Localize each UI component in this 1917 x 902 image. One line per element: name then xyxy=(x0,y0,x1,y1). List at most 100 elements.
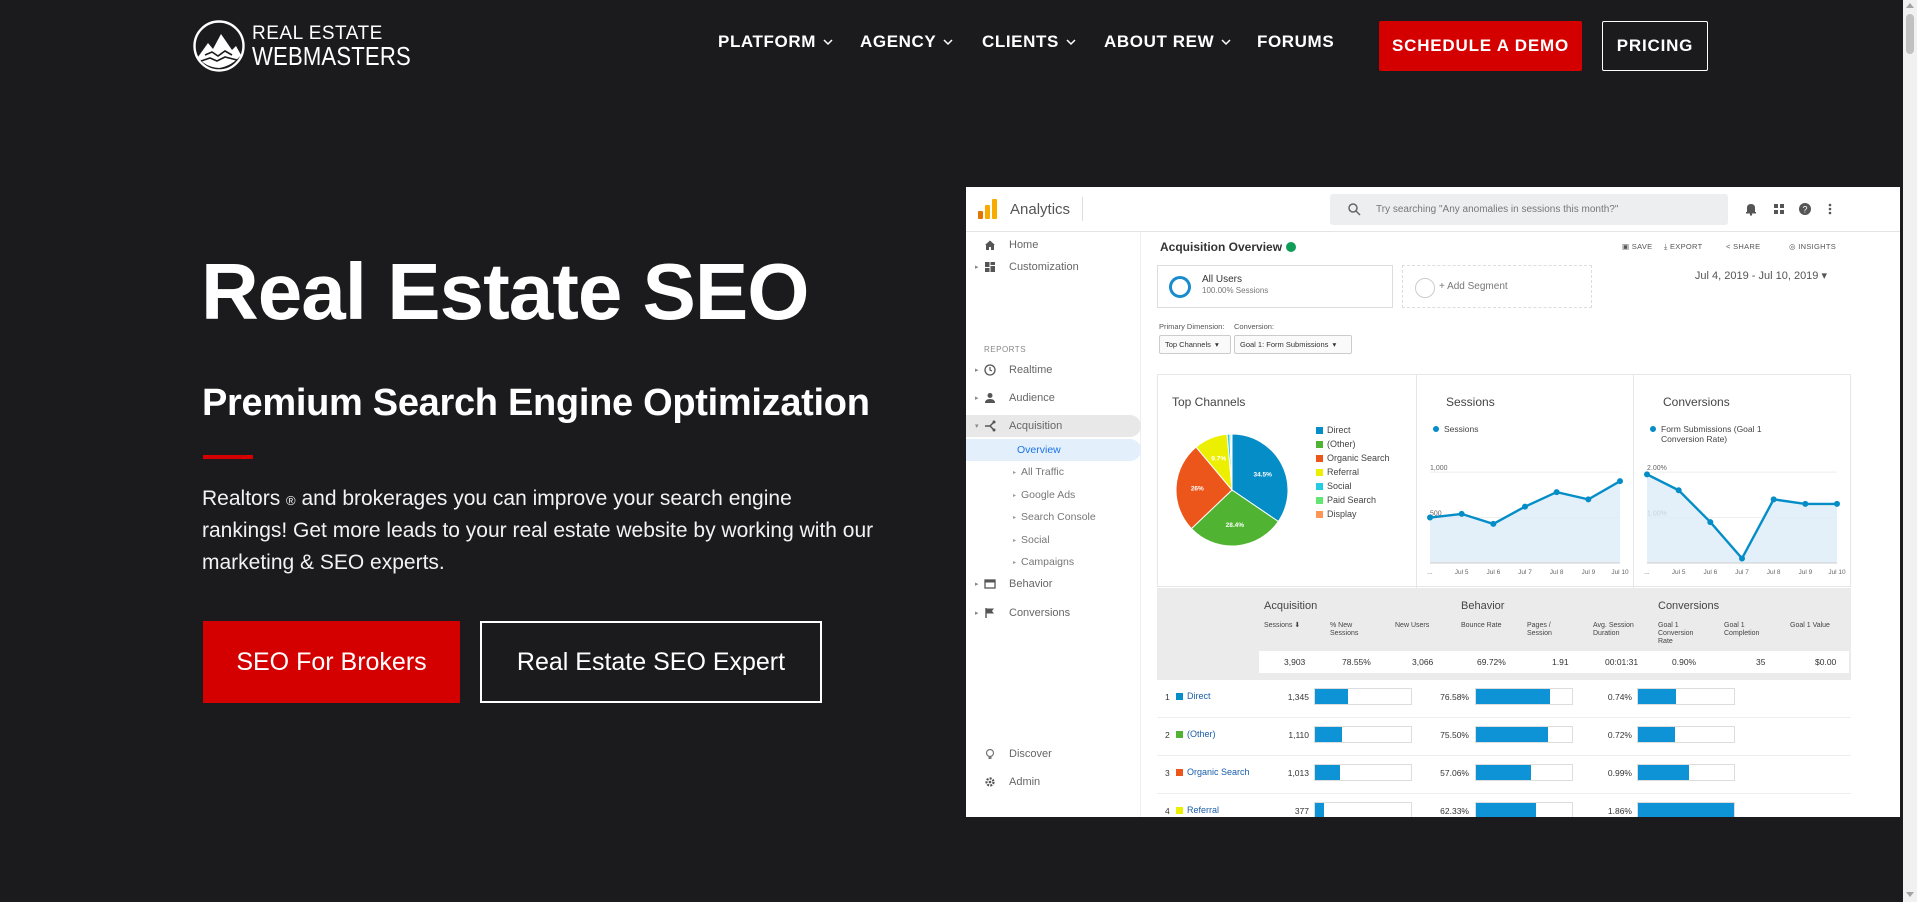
group-acquisition: Acquisition xyxy=(1264,600,1318,612)
segment-all-users[interactable]: All Users 100.00% Sessions xyxy=(1157,265,1393,308)
sidebar-item-discover[interactable]: Discover xyxy=(966,743,1141,765)
sidebar-item-audience[interactable]: ▸ Audience xyxy=(966,387,1141,409)
bounce-value: 62.33% xyxy=(1440,806,1469,816)
schedule-demo-button[interactable]: SCHEDULE A DEMO xyxy=(1379,21,1582,71)
add-segment-button[interactable]: + Add Segment xyxy=(1402,265,1592,308)
sidebar-item-behavior[interactable]: ▸ Behavior xyxy=(966,573,1141,595)
conversion-value: 0.74% xyxy=(1607,692,1632,702)
sidebar-item-search-console[interactable]: ▸ Search Console xyxy=(966,506,1141,528)
sidebar-item-social[interactable]: ▸ Social xyxy=(966,529,1141,551)
x-tick-label: Jul 5 xyxy=(1455,569,1469,576)
nav-forums[interactable]: FORUMS xyxy=(1257,32,1334,52)
series-area xyxy=(1430,481,1620,563)
page-scrollbar[interactable] xyxy=(1903,0,1917,902)
legend-dot xyxy=(1650,426,1656,432)
col-new-users[interactable]: New Users xyxy=(1395,622,1440,630)
seo-expert-button[interactable]: Real Estate SEO Expert xyxy=(480,621,822,703)
share-label: SHARE xyxy=(1733,242,1761,251)
caret-right-icon: ▸ xyxy=(1013,537,1017,544)
save-button[interactable]: ▣ SAVE xyxy=(1622,242,1652,251)
col-avg-session[interactable]: Avg. Session Duration xyxy=(1593,622,1643,638)
channel-link[interactable]: Direct xyxy=(1187,691,1211,701)
top-channels-pie-chart: 34.5% 28.4% 26% 9.7% xyxy=(1175,433,1289,547)
col-goal-value[interactable]: Goal 1 Value xyxy=(1790,622,1840,630)
channel-link[interactable]: Referral xyxy=(1187,805,1219,815)
channel-link[interactable]: Organic Search xyxy=(1187,767,1250,777)
scrollbar-thumb[interactable] xyxy=(1906,14,1914,54)
col-new-sessions[interactable]: % New Sessions xyxy=(1330,622,1370,638)
primary-dimension-select[interactable]: Top Channels ▾ xyxy=(1159,335,1231,354)
segment-ring-icon xyxy=(1169,276,1191,298)
sidebar-item-label: Customization xyxy=(1009,261,1079,273)
row-number: 1 xyxy=(1165,692,1170,702)
legend-swatch xyxy=(1316,482,1323,490)
report-title-text: Acquisition Overview xyxy=(1160,240,1283,254)
pricing-button[interactable]: PRICING xyxy=(1602,21,1708,71)
col-bounce-rate[interactable]: Bounce Rate xyxy=(1461,622,1511,630)
data-point xyxy=(1490,520,1497,527)
chart-cards: Top Channels 34.5% 28.4% 26% 9.7% Direct (Ot… xyxy=(1157,374,1851,588)
report-title: Acquisition Overview xyxy=(1160,240,1297,254)
analytics-search-input[interactable]: Try searching "Any anomalies in sessions… xyxy=(1330,194,1728,225)
date-range-picker[interactable]: Jul 4, 2019 - Jul 10, 2019 ▾ xyxy=(1597,265,1827,308)
col-pages-session[interactable]: Pages / Session xyxy=(1527,622,1562,638)
insights-button[interactable]: ◎ INSIGHTS xyxy=(1789,242,1836,251)
total-bounce: 69.72% xyxy=(1477,657,1506,667)
divider xyxy=(1633,375,1634,588)
bell-icon[interactable] xyxy=(1744,202,1758,216)
legend-swatch xyxy=(1316,440,1323,448)
caret-right-icon: ▸ xyxy=(1013,514,1017,521)
col-goal-completion[interactable]: Goal 1 Completion xyxy=(1724,622,1769,638)
nav-label: CLIENTS xyxy=(982,32,1059,51)
sidebar-item-acquisition[interactable]: ▾ Acquisition xyxy=(966,415,1141,437)
sidebar-item-realtime[interactable]: ▸ Realtime xyxy=(966,359,1141,381)
data-point xyxy=(1585,496,1592,503)
analytics-sidebar: Home ▸ Customization REPORTS ▸ Realtime … xyxy=(966,232,1141,817)
mountain-logo-icon xyxy=(193,20,245,72)
nav-agency[interactable]: AGENCY xyxy=(860,32,954,52)
primary-dimension-value: Top Channels xyxy=(1165,340,1211,349)
legend-dot xyxy=(1433,426,1439,432)
chevron-down-icon xyxy=(823,39,833,46)
nav-about-rew[interactable]: ABOUT REW xyxy=(1104,32,1232,52)
sidebar-item-home[interactable]: Home xyxy=(966,234,1141,256)
site-logo[interactable]: REAL ESTATE WEBMASTERS xyxy=(192,19,439,73)
registered-mark: ® xyxy=(286,493,296,508)
table-row[interactable]: 2 (Other) 1,110 75.50% 0.72% xyxy=(1157,718,1851,756)
bounce-bar xyxy=(1475,764,1573,781)
sidebar-item-all-traffic[interactable]: ▸ All Traffic xyxy=(966,461,1141,483)
conversion-value: 0.72% xyxy=(1607,730,1632,740)
help-icon[interactable]: ? xyxy=(1798,202,1812,216)
sessions-value: 1,013 xyxy=(1287,768,1309,778)
bar-fill xyxy=(1315,803,1325,817)
nav-platform[interactable]: PLATFORM xyxy=(718,32,834,52)
analytics-logo-icon xyxy=(978,199,997,219)
add-segment-label: + Add Segment xyxy=(1439,281,1508,292)
export-button[interactable]: ⤓ EXPORT xyxy=(1664,242,1703,252)
svg-text:?: ? xyxy=(1802,205,1807,215)
table-row[interactable]: 4 Referral 377 62.33% 1.86% xyxy=(1157,794,1851,817)
sidebar-item-conversions[interactable]: ▸ Conversions xyxy=(966,602,1141,624)
scroll-down-icon[interactable] xyxy=(1906,892,1914,897)
col-goal-conv-rate[interactable]: Goal 1 Conversion Rate xyxy=(1658,622,1703,646)
seo-for-brokers-button[interactable]: SEO For Brokers xyxy=(203,621,460,703)
share-button[interactable]: < SHARE xyxy=(1726,242,1760,251)
scroll-up-icon[interactable] xyxy=(1906,3,1914,8)
channel-link[interactable]: (Other) xyxy=(1187,729,1216,739)
more-vert-icon[interactable] xyxy=(1823,202,1837,216)
sidebar-item-google-ads[interactable]: ▸ Google Ads xyxy=(966,484,1141,506)
legend-item: Display xyxy=(1316,509,1357,519)
sidebar-item-admin[interactable]: Admin xyxy=(966,771,1141,793)
conversion-select[interactable]: Goal 1: Form Submissions ▾ xyxy=(1234,335,1352,354)
apps-grid-icon[interactable] xyxy=(1772,202,1786,216)
sidebar-item-customization[interactable]: ▸ Customization xyxy=(966,256,1141,278)
sidebar-item-campaigns[interactable]: ▸ Campaigns xyxy=(966,551,1141,573)
bar-fill xyxy=(1476,765,1531,780)
sidebar-item-overview[interactable]: Overview xyxy=(966,439,1141,461)
nav-clients[interactable]: CLIENTS xyxy=(982,32,1077,52)
table-row[interactable]: 3 Organic Search 1,013 57.06% 0.99% xyxy=(1157,756,1851,794)
col-sessions[interactable]: Sessions ⬇ xyxy=(1264,622,1314,630)
total-pages: 1.91 xyxy=(1552,657,1569,667)
table-row[interactable]: 1 Direct 1,345 76.58% 0.74% xyxy=(1157,680,1851,718)
sidebar-item-label: Realtime xyxy=(1009,364,1053,376)
